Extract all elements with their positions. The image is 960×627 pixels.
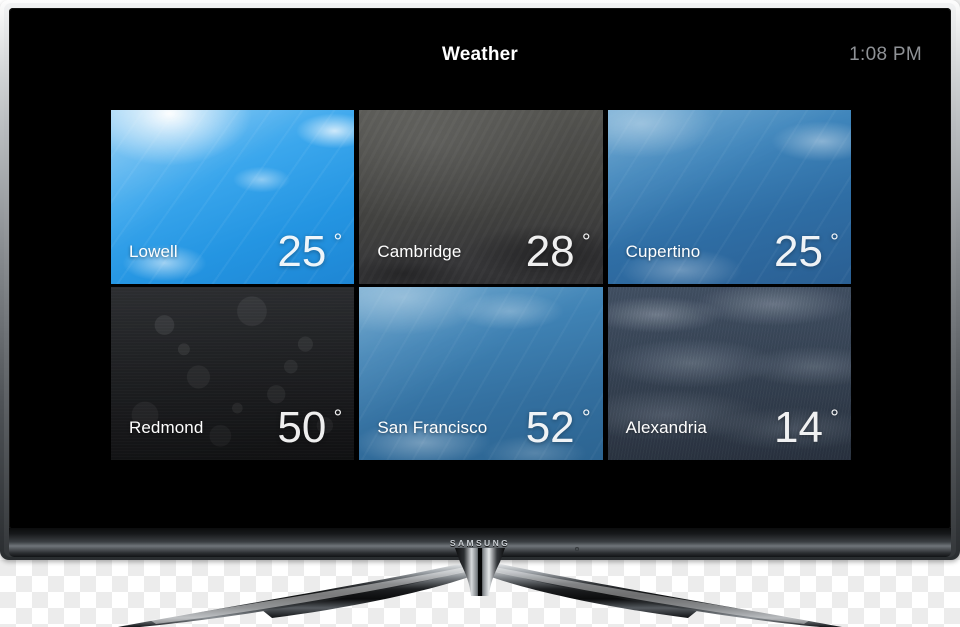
city-name: Cupertino bbox=[625, 241, 701, 261]
weather-tile-redmond[interactable]: Redmond 50 ° bbox=[111, 286, 355, 460]
temperature-value: 14 ° bbox=[774, 406, 839, 450]
temperature-number: 52 bbox=[525, 403, 575, 452]
degree-icon: ° bbox=[333, 405, 343, 430]
city-name: San Francisco bbox=[377, 418, 488, 437]
stand-leg-rear-left bbox=[262, 568, 492, 618]
temperature-number: 50 bbox=[277, 403, 327, 452]
status-bar: Weather 1:08 PM bbox=[9, 38, 951, 72]
page-title: Weather bbox=[441, 44, 519, 65]
weather-tile-cupertino[interactable]: Cupertino 25 ° bbox=[607, 110, 851, 284]
temperature-number: 25 bbox=[774, 226, 823, 276]
tile-label-row: Redmond 50 ° bbox=[111, 396, 354, 460]
tv-screen-panel: Weather 1:08 PM Lowell 25 ° Cambridge 28… bbox=[9, 8, 951, 530]
stand-highlight-left bbox=[150, 566, 474, 624]
city-name: Cambridge bbox=[377, 241, 462, 261]
tile-label-row: Cupertino 25 ° bbox=[608, 220, 851, 284]
weather-tile-alexandria[interactable]: Alexandria 14 ° bbox=[607, 286, 851, 460]
weather-tile-lowell[interactable]: Lowell 25 ° bbox=[111, 110, 355, 284]
tile-label-row: Lowell 25 ° bbox=[111, 220, 354, 284]
screenshot-scene: Weather 1:08 PM Lowell 25 ° Cambridge 28… bbox=[0, 0, 960, 627]
temperature-number: 25 bbox=[277, 226, 327, 276]
stand-leg-front-left bbox=[118, 562, 496, 627]
temperature-value: 28 ° bbox=[525, 226, 591, 276]
tv-bottom-bezel: SAMSUNG bbox=[9, 528, 951, 557]
degree-icon: ° bbox=[581, 405, 591, 430]
temperature-value: 52 ° bbox=[526, 406, 591, 450]
temperature-value: 25 ° bbox=[774, 226, 839, 276]
weather-app-screen: Weather 1:08 PM Lowell 25 ° Cambridge 28… bbox=[9, 8, 951, 530]
stand-leg-rear-right bbox=[468, 568, 698, 618]
stand-highlight-right bbox=[486, 566, 810, 624]
ir-receiver-icon bbox=[575, 547, 579, 551]
weather-tile-grid: Lowell 25 ° Cambridge 28 ° Cupertino 25 … bbox=[111, 110, 851, 460]
clock-label: 1:08 PM bbox=[849, 44, 922, 65]
weather-tile-san-francisco[interactable]: San Francisco 52 ° bbox=[359, 286, 603, 460]
temperature-value: 25 ° bbox=[277, 226, 343, 276]
temperature-number: 14 bbox=[774, 403, 823, 452]
tile-label-row: Alexandria 14 ° bbox=[608, 396, 851, 460]
degree-icon: ° bbox=[830, 228, 839, 254]
temperature-value: 50 ° bbox=[277, 406, 342, 450]
degree-icon: ° bbox=[830, 405, 839, 430]
television: Weather 1:08 PM Lowell 25 ° Cambridge 28… bbox=[0, 0, 960, 560]
degree-icon: ° bbox=[581, 228, 591, 254]
samsung-logo: SAMSUNG bbox=[449, 537, 511, 548]
city-name: Redmond bbox=[129, 418, 204, 437]
tile-label-row: San Francisco 52 ° bbox=[359, 396, 602, 460]
city-name: Lowell bbox=[129, 241, 178, 261]
weather-tile-cambridge[interactable]: Cambridge 28 ° bbox=[359, 110, 603, 284]
degree-icon: ° bbox=[333, 228, 343, 254]
temperature-number: 28 bbox=[525, 226, 575, 276]
tile-label-row: Cambridge 28 ° bbox=[359, 220, 602, 284]
city-name: Alexandria bbox=[625, 418, 707, 437]
stand-leg-front-right bbox=[464, 562, 842, 627]
